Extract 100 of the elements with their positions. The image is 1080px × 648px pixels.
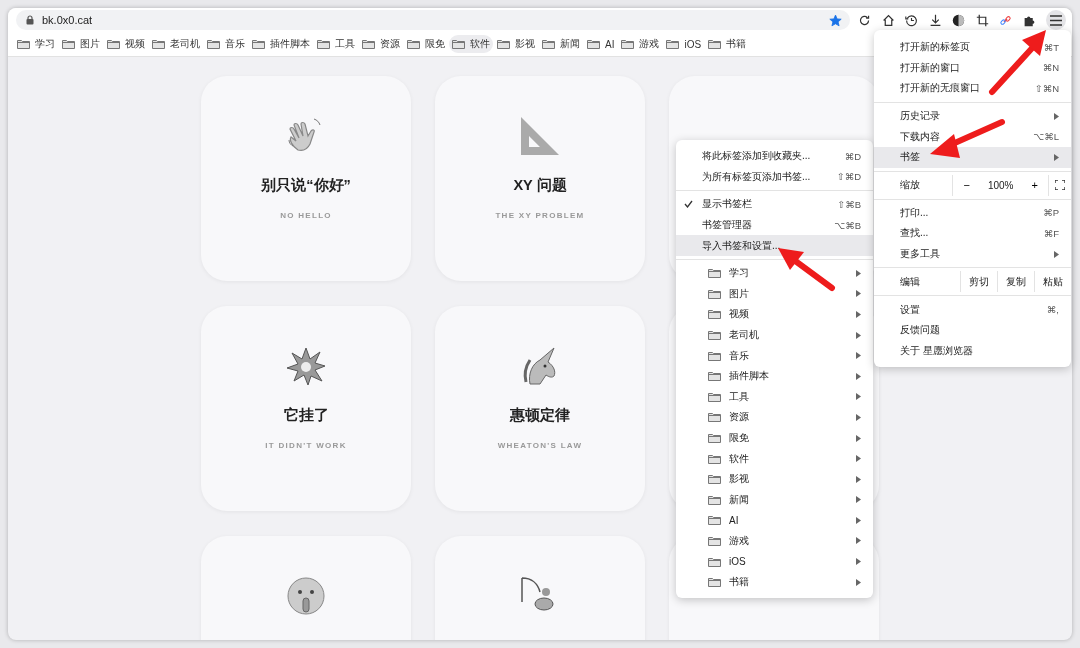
menu-item[interactable]: 书籍 [676,571,873,593]
folder-icon [708,350,721,361]
menu-item[interactable]: 书签管理器 ⌥⌘B [676,214,873,236]
menu-item[interactable]: 历史记录 [874,105,1071,127]
bookmark-folder[interactable]: 影视 [494,35,538,53]
bookmark-folder[interactable]: 学习 [14,35,58,53]
bookmark-folder[interactable]: 书籍 [705,35,750,53]
bookmark-folder[interactable]: 老司机 [149,35,203,53]
link-icon[interactable] [999,13,1012,27]
bookmark-folder[interactable]: 图片 [59,35,103,53]
history-clock-icon[interactable] [905,13,918,27]
reload-icon[interactable] [858,13,871,27]
submenu-arrow-icon [856,310,861,318]
bookmark-folder[interactable]: 游戏 [618,35,663,53]
bookmark-folder[interactable]: AI [584,36,618,52]
menu-item[interactable]: 将此标签添加到收藏夹... ⌘D [676,146,873,167]
card-background[interactable]: 别只说“你好” NO HELLO [201,76,411,281]
edit-action-button[interactable]: 复制 [998,271,1035,293]
card-subtitle: NO HELLO [280,211,332,220]
card-subtitle: IT DIDN'T WORK [265,441,347,450]
menu-item[interactable]: 音乐 [676,345,873,366]
menu-item[interactable]: 图片 [676,283,873,305]
card-background[interactable]: 它挂了 IT DIDN'T WORK [201,306,411,511]
address-bar[interactable]: bk.0x0.cat [16,10,850,30]
edit-action-button[interactable]: 粘贴 [1035,271,1071,293]
folder-icon [407,39,420,49]
card-title: 别只说“你好” [261,176,351,195]
folder-icon [107,39,120,49]
menu-item[interactable]: iOS [676,551,873,572]
submenu-arrow-icon [856,578,861,586]
submenu-arrow-icon [856,558,861,566]
folder-icon [708,412,721,423]
bookmark-folder[interactable]: 工具 [314,35,358,53]
menu-button[interactable] [1046,10,1066,30]
menu-item[interactable]: 游戏 [676,530,873,552]
menu-item[interactable]: 限免 [676,427,873,449]
home-icon[interactable] [881,13,895,27]
submenu-arrow-icon [856,455,861,463]
crop-icon[interactable] [975,13,989,27]
bookmark-folder[interactable]: 软件 [449,35,493,53]
bookmark-folder[interactable]: 资源 [359,35,403,53]
menu-item[interactable]: 老司机 [676,324,873,346]
menu-item[interactable]: 更多工具 [874,243,1071,265]
menu-item[interactable]: 打开新的窗口 ⌘N [874,57,1071,79]
bookmark-folder[interactable]: iOS [663,36,705,52]
bookmark-folder[interactable]: 新闻 [539,35,583,53]
folder-icon [317,39,330,49]
bookmark-folder[interactable]: 视频 [104,35,148,53]
folder-icon [708,39,722,49]
menu-item[interactable]: 软件 [676,448,873,469]
menu-item[interactable]: 下载内容 ⌥⌘L [874,126,1071,147]
submenu-arrow-icon [1054,250,1059,258]
menu-item[interactable]: 视频 [676,304,873,325]
card-background[interactable]: 惠顿定律 WHEATON'S LAW [435,306,645,511]
menu-item[interactable]: 查找... ⌘F [874,223,1071,244]
submenu-arrow-icon [856,331,861,339]
card-title: 惠顿定律 [510,406,570,425]
zoom-label: 缩放 [874,174,954,196]
menu-item[interactable]: 插件脚本 [676,365,873,387]
menu-item[interactable]: 新闻 [676,489,873,511]
folder-icon [708,433,721,443]
menu-item[interactable]: 影视 [676,468,873,490]
bookmark-folder[interactable]: 限免 [404,35,448,53]
menu-item[interactable]: 反馈问题 [874,319,1071,341]
bookmark-folder[interactable]: 音乐 [204,35,248,53]
submenu-arrow-icon [856,269,861,277]
folder-icon [708,556,721,567]
submenu-arrow-icon [856,372,861,380]
menu-item[interactable]: 设置 ⌘, [874,299,1071,320]
star-icon[interactable] [829,13,842,27]
folder-icon [708,536,721,546]
zoom-out-button[interactable]: − [959,179,974,192]
menu-item[interactable]: 关于 星愿浏览器 [874,340,1071,362]
menu-item[interactable]: 导入书签和设置... [676,235,873,256]
submenu-arrow-icon [856,290,861,298]
menu-item[interactable]: 书签 [874,146,1071,168]
fullscreen-icon [1055,180,1065,191]
zoom-in-button[interactable]: + [1027,179,1042,192]
folder-icon [252,39,265,49]
download-icon[interactable] [928,13,942,27]
folder-icon [708,330,721,341]
menu-item[interactable]: 打开新的标签页 ⌘T [874,37,1071,58]
menu-item[interactable]: 资源 [676,407,873,428]
menu-item[interactable]: AI [676,510,873,531]
menu-item[interactable]: 学习 [676,262,873,284]
card-background[interactable]: XY 问题 THE XY PROBLEM [435,76,645,281]
menu-icon [1050,14,1062,26]
edit-action-button[interactable]: 剪切 [961,271,998,293]
menu-item[interactable]: 工具 [676,386,873,408]
menu-item[interactable]: 为所有标签页添加书签... ⇧⌘D [676,166,873,188]
folder-icon [708,288,721,299]
folder-icon [708,268,721,279]
menu-item[interactable]: 显示书签栏 ⇧⌘B [676,194,873,215]
pointer-arrow [778,248,835,291]
theme-circle-icon[interactable] [952,13,965,27]
folder-icon [621,39,635,49]
menu-item[interactable]: 打开新的无痕窗口 ⇧⌘N [874,78,1071,99]
bookmark-folder[interactable]: 插件脚本 [249,35,313,53]
menu-item[interactable]: 打印... ⌘P [874,202,1071,224]
card-subtitle: WHEATON'S LAW [497,441,583,450]
